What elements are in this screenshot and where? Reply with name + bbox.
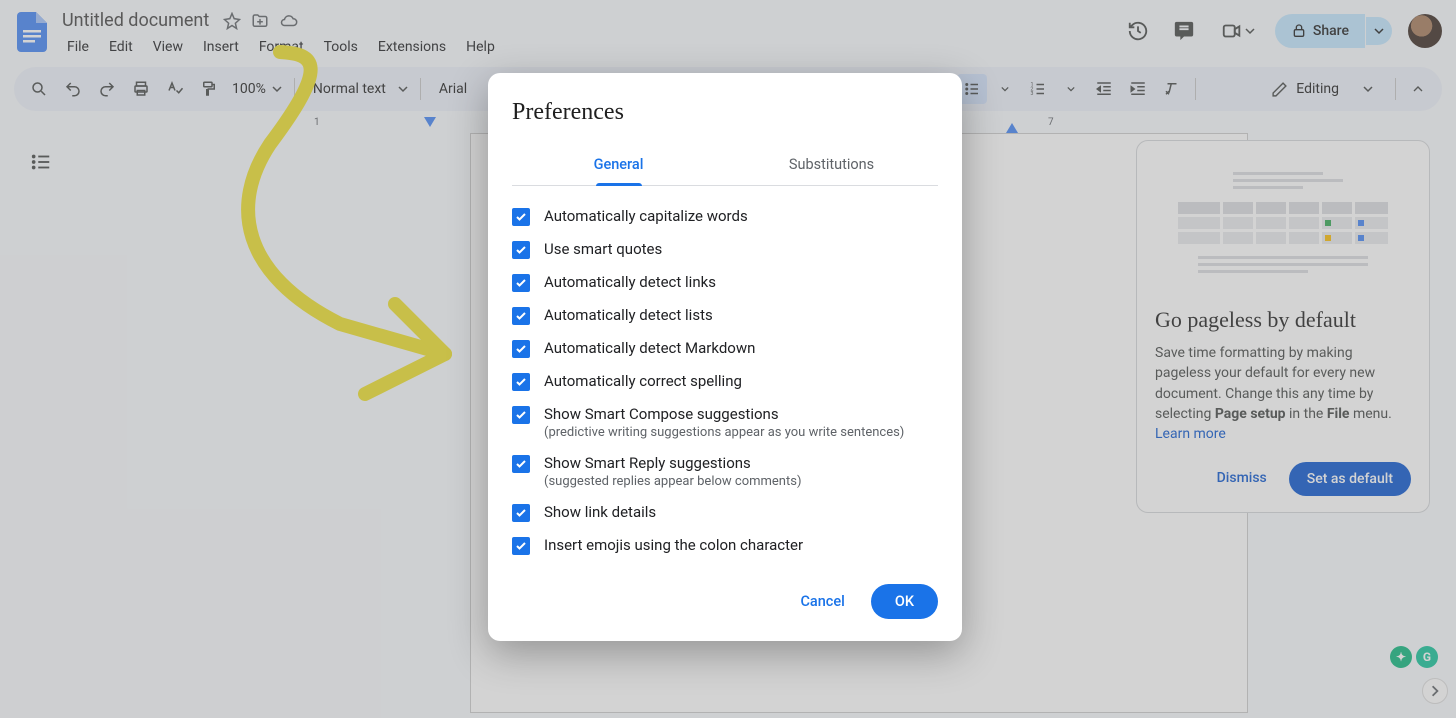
dismiss-button[interactable]: Dismiss (1205, 462, 1279, 496)
undo-icon[interactable] (58, 74, 88, 104)
print-icon[interactable] (126, 74, 156, 104)
star-icon[interactable] (223, 12, 241, 30)
paint-format-icon[interactable] (194, 74, 224, 104)
ok-button[interactable]: OK (871, 584, 938, 619)
menu-edit[interactable]: Edit (100, 35, 142, 59)
option-sublabel: (predictive writing suggestions appear a… (544, 425, 904, 440)
option-label: Automatically detect lists (544, 306, 713, 324)
redo-icon[interactable] (92, 74, 122, 104)
menubar: File Edit View Insert Format Tools Exten… (58, 35, 1121, 59)
dialog-title: Preferences (512, 99, 938, 126)
menu-file[interactable]: File (58, 35, 98, 59)
pref-option-2[interactable]: Automatically detect links (512, 266, 938, 299)
learn-more-link[interactable]: Learn more (1155, 426, 1226, 442)
menu-view[interactable]: View (144, 35, 192, 59)
cancel-button[interactable]: Cancel (782, 584, 862, 619)
checkbox-icon[interactable] (512, 307, 530, 325)
pref-option-8[interactable]: Show link details (512, 496, 938, 529)
pageless-promo-card: Go pageless by default Save time formatt… (1136, 140, 1430, 513)
set-as-default-button[interactable]: Set as default (1289, 462, 1411, 496)
pref-option-6[interactable]: Show Smart Compose suggestions (predictiv… (512, 398, 938, 447)
pref-option-9[interactable]: Insert emojis using the colon character (512, 529, 938, 562)
option-label: Show Smart Reply suggestions (544, 454, 801, 472)
menu-tools[interactable]: Tools (315, 35, 367, 59)
option-label: Automatically correct spelling (544, 372, 742, 390)
spellcheck-icon[interactable] (160, 74, 190, 104)
checkbox-icon[interactable] (512, 340, 530, 358)
zoom-select[interactable]: 100% (228, 81, 286, 97)
checkbox-icon[interactable] (512, 373, 530, 391)
menu-extensions[interactable]: Extensions (369, 35, 455, 59)
numbered-list-icon[interactable]: 123 (1023, 74, 1053, 104)
share-dropdown[interactable] (1366, 17, 1392, 45)
checkbox-icon[interactable] (512, 406, 530, 424)
preferences-dialog: Preferences General Substitutions Automa… (488, 73, 962, 641)
numbered-list-dropdown-icon[interactable] (1057, 79, 1085, 99)
menu-help[interactable]: Help (457, 35, 504, 59)
increase-indent-icon[interactable] (1123, 74, 1153, 104)
explore-icon[interactable] (1422, 678, 1448, 704)
cloud-status-icon[interactable] (279, 12, 299, 30)
pref-option-0[interactable]: Automatically capitalize words (512, 200, 938, 233)
option-label: Automatically capitalize words (544, 207, 748, 225)
option-label: Automatically detect links (544, 273, 716, 291)
option-label: Automatically detect Markdown (544, 339, 755, 357)
pref-option-5[interactable]: Automatically correct spelling (512, 365, 938, 398)
checkbox-icon[interactable] (512, 274, 530, 292)
menu-format[interactable]: Format (250, 35, 313, 59)
checkbox-icon[interactable] (512, 208, 530, 226)
tab-general[interactable]: General (512, 148, 725, 185)
card-title: Go pageless by default (1155, 307, 1411, 333)
extension-badges[interactable]: ✦ G (1390, 646, 1438, 668)
outline-icon[interactable] (30, 151, 52, 173)
option-label: Use smart quotes (544, 240, 662, 258)
docs-logo-icon[interactable] (14, 14, 50, 50)
option-sublabel: (suggested replies appear below comments… (544, 474, 801, 489)
svg-text:3: 3 (1030, 91, 1033, 97)
document-title[interactable]: Untitled document (58, 8, 213, 33)
collapse-toolbar-icon[interactable] (1404, 75, 1432, 103)
menu-insert[interactable]: Insert (194, 35, 248, 59)
pref-option-3[interactable]: Automatically detect lists (512, 299, 938, 332)
option-label: Show Smart Compose suggestions (544, 405, 904, 423)
comments-icon[interactable] (1167, 14, 1201, 48)
checkbox-icon[interactable] (512, 241, 530, 259)
checkbox-icon[interactable] (512, 537, 530, 555)
account-avatar[interactable] (1408, 14, 1442, 48)
meet-button[interactable] (1213, 14, 1263, 48)
clear-formatting-icon[interactable] (1157, 74, 1187, 104)
bulleted-list-dropdown-icon[interactable] (991, 79, 1019, 99)
paragraph-style-select[interactable]: Normal text (303, 81, 412, 97)
search-icon[interactable] (24, 74, 54, 104)
pref-option-4[interactable]: Automatically detect Markdown (512, 332, 938, 365)
move-icon[interactable] (251, 12, 269, 30)
card-text: Save time formatting by making pageless … (1155, 343, 1411, 444)
checkbox-icon[interactable] (512, 455, 530, 473)
pageless-illustration (1155, 159, 1411, 293)
pref-option-1[interactable]: Use smart quotes (512, 233, 938, 266)
option-label: Show link details (544, 503, 656, 521)
pref-option-7[interactable]: Show Smart Reply suggestions (suggested r… (512, 447, 938, 496)
editing-mode-select[interactable]: Editing (1257, 75, 1387, 104)
decrease-indent-icon[interactable] (1089, 74, 1119, 104)
history-icon[interactable] (1121, 14, 1155, 48)
checkbox-icon[interactable] (512, 504, 530, 522)
option-label: Insert emojis using the colon character (544, 536, 803, 554)
share-button[interactable]: Share (1275, 14, 1365, 48)
tab-substitutions[interactable]: Substitutions (725, 148, 938, 185)
